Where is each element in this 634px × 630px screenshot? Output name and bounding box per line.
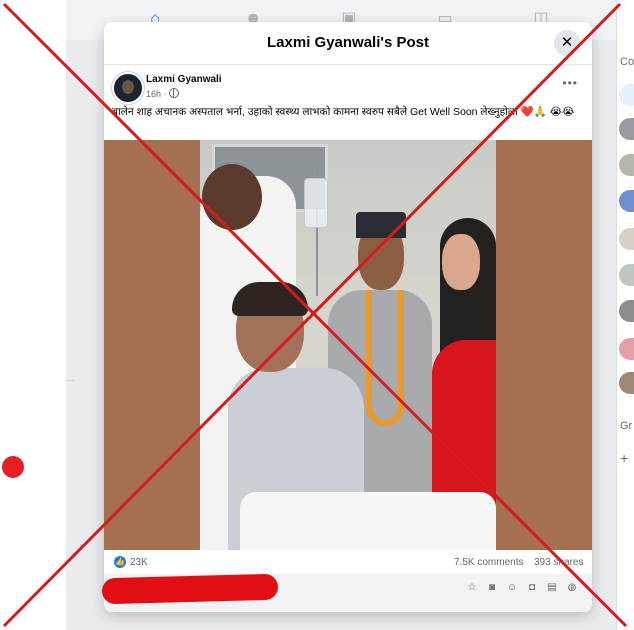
x-overlay xyxy=(2,2,628,628)
